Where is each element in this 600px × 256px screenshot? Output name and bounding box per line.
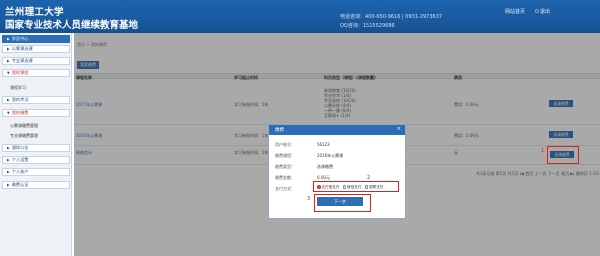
pay-method-label: 支付方式：: [275, 186, 295, 191]
sidebar-item-payment-auth[interactable]: ▶ 缴费认证: [2, 181, 70, 189]
annotation-box-1: [547, 146, 579, 164]
chevron-right-icon: ▶: [7, 183, 10, 187]
qq-info: QQ咨询：1515529686: [340, 23, 395, 29]
account-label: 用户账号：: [275, 142, 295, 147]
brand-subtitle: 国家专业技术人员继续教育基地: [5, 20, 139, 31]
brand-title: 兰州理工大学: [5, 7, 64, 18]
type-value: 选课缴费: [317, 164, 333, 169]
annotation-number-3: 3: [307, 196, 311, 202]
sidebar-item-my-exams[interactable]: ▶ 我的考试: [2, 96, 70, 104]
sidebar-item-student-center[interactable]: ▶ 学员中心: [2, 35, 70, 43]
chevron-right-icon: ▶: [7, 146, 10, 150]
sidebar-sub-course-study[interactable]: 课程学习: [10, 85, 26, 91]
close-icon[interactable]: ×: [397, 126, 401, 132]
course-value: 2016年公需课: [317, 153, 344, 158]
amount-label: 缴费金额：: [275, 175, 295, 180]
modal-title: 缴费: [275, 128, 284, 133]
annotation-box-2: [313, 181, 399, 192]
chevron-right-icon: ▶: [7, 59, 10, 63]
chevron-right-icon: ▶: [7, 98, 10, 102]
account-value: 56123: [317, 142, 330, 147]
chevron-right-icon: ▶: [7, 170, 10, 174]
sidebar: ▶ 学员中心 ▶ 公需课选课 ▶ 专业课选课 ▼ 我的课程 课程学习 ▶ 我的考试 ▼ 我的…: [0, 33, 72, 256]
sidebar-sub-pro-payment[interactable]: 专业课缴费管理: [10, 133, 38, 139]
sidebar-item-my-courses[interactable]: ▼ 我的课程: [2, 69, 70, 77]
sidebar-item-notices[interactable]: ▶ 通知公告: [2, 144, 70, 152]
logout-link[interactable]: ⏻退出: [535, 8, 550, 15]
chevron-right-icon: ▶: [7, 158, 10, 162]
home-link[interactable]: 网站首页: [505, 8, 525, 15]
phone-info: 电话咨询：400-650-9616 | 0931-2973637: [340, 14, 443, 20]
modal-header: 缴费 ×: [269, 125, 405, 135]
sidebar-item-public-course[interactable]: ▶ 公需课选课: [2, 45, 70, 53]
chevron-down-icon: ▼: [7, 111, 10, 115]
type-label: 缴费类型：: [275, 164, 295, 169]
sidebar-item-pro-course[interactable]: ▶ 专业课选课: [2, 57, 70, 65]
annotation-box-3: [314, 194, 371, 212]
sidebar-sub-public-payment[interactable]: 公需课缴费管理: [10, 123, 38, 129]
header: 兰州理工大学 国家专业技术人员继续教育基地 电话咨询：400-650-9616 …: [0, 0, 600, 33]
annotation-number-2: 2: [367, 175, 371, 181]
chevron-right-icon: ▶: [7, 47, 10, 51]
sidebar-item-settings[interactable]: ▶ 个人设置: [2, 156, 70, 164]
logout-icon: ⏻: [535, 9, 539, 15]
sidebar-item-my-payment[interactable]: ▼ 我的缴费: [2, 109, 70, 117]
sidebar-item-account[interactable]: ▶ 个人账户: [2, 168, 70, 176]
course-label: 缴费课程：: [275, 153, 295, 158]
chevron-right-icon: ▶: [7, 37, 10, 41]
annotation-number-1: 1: [541, 148, 545, 154]
chevron-down-icon: ▼: [7, 71, 10, 75]
